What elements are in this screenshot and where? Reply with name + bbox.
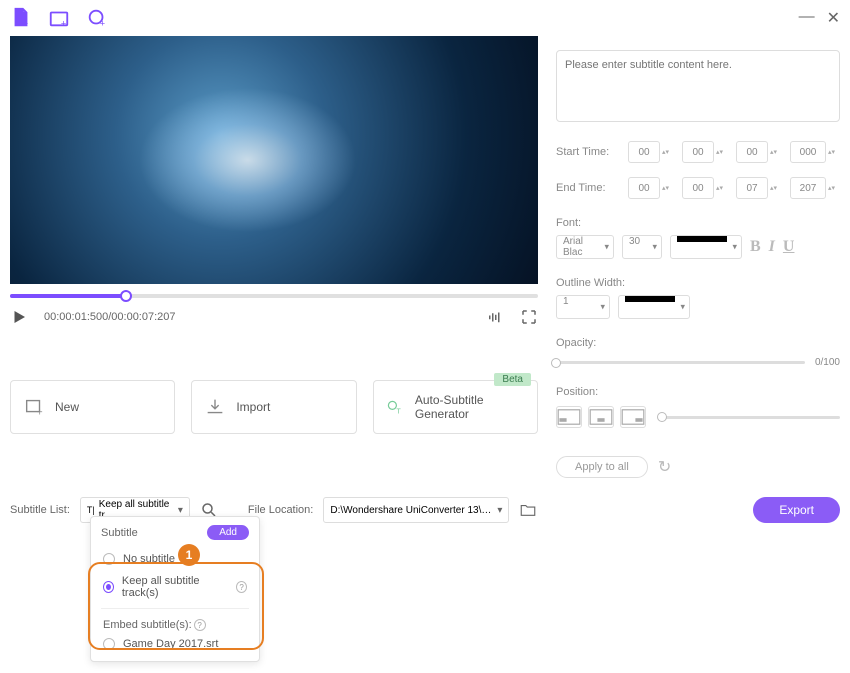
position-label: Position: (556, 386, 840, 398)
radio-icon (103, 638, 115, 650)
outline-width-select[interactable]: 1 (556, 295, 610, 319)
svg-text:+: + (100, 18, 105, 28)
callout-number: 1 (178, 544, 200, 566)
file-location-label: File Location: (248, 504, 313, 516)
play-button[interactable] (10, 308, 28, 326)
spinner[interactable]: ▴▾ (716, 149, 728, 156)
spinner[interactable]: ▴▾ (662, 185, 674, 192)
fullscreen-icon[interactable] (520, 308, 538, 326)
embed-file-option[interactable]: Game Day 2017.srt (91, 633, 259, 655)
spinner[interactable]: ▴▾ (828, 149, 840, 156)
start-h[interactable] (628, 141, 660, 163)
spinner[interactable]: ▴▾ (770, 185, 782, 192)
font-color-select[interactable] (670, 235, 742, 259)
folder-icon[interactable] (519, 501, 537, 519)
opacity-label: Opacity: (556, 337, 840, 349)
no-subtitle-option[interactable]: No subtitle (91, 548, 259, 570)
no-subtitle-label: No subtitle (123, 553, 175, 565)
end-ms[interactable] (790, 177, 826, 199)
subtitle-list-label: Subtitle List: (10, 504, 70, 516)
close-button[interactable]: ✕ (827, 8, 840, 28)
add-subtitle-button[interactable]: Add (207, 525, 249, 540)
svg-text:+: + (37, 407, 43, 418)
help-icon[interactable]: ? (236, 581, 247, 593)
audio-icon[interactable] (486, 308, 504, 326)
opacity-value: 0/100 (815, 357, 840, 368)
spinner[interactable]: ▴▾ (662, 149, 674, 156)
svg-text:+: + (23, 18, 28, 28)
italic-button[interactable]: I (769, 238, 775, 256)
spinner[interactable]: ▴▾ (828, 185, 840, 192)
spinner[interactable]: ▴▾ (770, 149, 782, 156)
embed-file-label: Game Day 2017.srt (123, 638, 218, 650)
start-time-label: Start Time: (556, 146, 620, 158)
video-preview[interactable] (10, 36, 538, 284)
new-icon: + (23, 396, 45, 418)
svg-text:T: T (396, 406, 401, 415)
seek-slider[interactable] (10, 294, 538, 298)
end-m[interactable] (682, 177, 714, 199)
add-folder-icon[interactable]: + (48, 7, 70, 29)
new-label: New (55, 400, 79, 414)
font-label: Font: (556, 217, 840, 229)
new-subtitle-button[interactable]: + New (10, 380, 175, 434)
keep-all-option[interactable]: Keep all subtitle track(s) ? (91, 570, 259, 604)
end-time-label: End Time: (556, 182, 620, 194)
add-file-icon[interactable]: + (10, 7, 32, 29)
export-button[interactable]: Export (753, 497, 840, 523)
outline-color-select[interactable] (618, 295, 690, 319)
import-label: Import (236, 400, 270, 414)
import-icon (204, 396, 226, 418)
svg-text:+: + (61, 18, 66, 28)
add-url-icon[interactable]: + (86, 7, 108, 29)
bold-button[interactable]: B (750, 238, 761, 256)
font-family-select[interactable]: Arial Blac (556, 235, 614, 259)
import-subtitle-button[interactable]: Import (191, 380, 356, 434)
auto-subtitle-button[interactable]: Beta T Auto-Subtitle Generator (373, 380, 538, 434)
start-s[interactable] (736, 141, 768, 163)
start-ms[interactable] (790, 141, 826, 163)
keep-all-label: Keep all subtitle track(s) (122, 575, 226, 599)
font-size-select[interactable]: 30 (622, 235, 662, 259)
subtitle-dropdown: Subtitle Add No subtitle Keep all subtit… (90, 516, 260, 662)
underline-button[interactable]: U (783, 238, 795, 256)
file-location-select[interactable]: D:\Wondershare UniConverter 13\SubEdte (323, 497, 509, 523)
auto-label: Auto-Subtitle Generator (415, 393, 525, 421)
embed-section-label: Embed subtitle(s): ? (91, 613, 259, 633)
subtitle-content-input[interactable] (556, 50, 840, 122)
timecode: 00:00:01:500/00:00:07:207 (44, 311, 470, 323)
auto-icon: T (386, 396, 405, 418)
position-center[interactable] (588, 406, 614, 428)
dropdown-title: Subtitle (101, 527, 138, 539)
position-right[interactable] (620, 406, 646, 428)
radio-icon (103, 553, 115, 565)
position-left[interactable] (556, 406, 582, 428)
end-s[interactable] (736, 177, 768, 199)
outline-label: Outline Width: (556, 277, 840, 289)
end-h[interactable] (628, 177, 660, 199)
position-slider[interactable] (662, 416, 840, 419)
start-m[interactable] (682, 141, 714, 163)
opacity-slider[interactable] (556, 361, 805, 364)
spinner[interactable]: ▴▾ (716, 185, 728, 192)
help-icon[interactable]: ? (194, 619, 206, 631)
radio-icon (103, 581, 114, 593)
beta-badge: Beta (494, 373, 531, 386)
minimize-button[interactable]: — (799, 8, 815, 28)
